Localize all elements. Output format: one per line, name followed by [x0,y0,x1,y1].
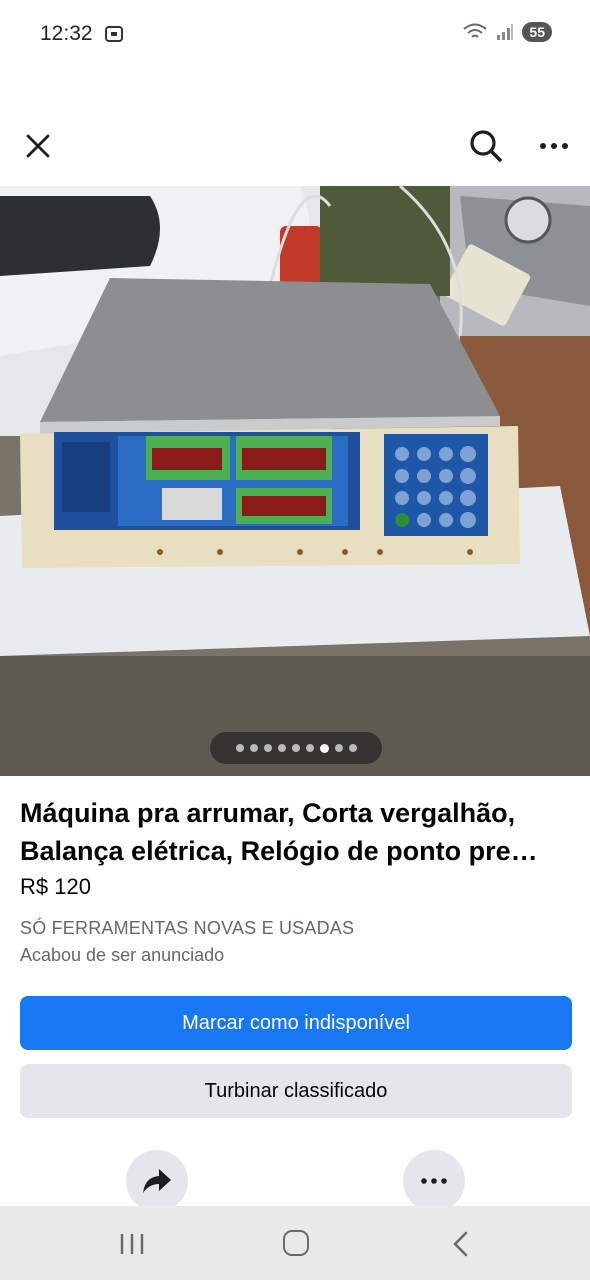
listing-title-line-2: Balança elétrica, Relógio de ponto pre… [20,836,538,866]
pager-dot[interactable] [319,743,329,753]
top-bar [0,118,590,176]
pager-dot[interactable] [305,744,314,752]
status-bar: 12:32 55 [0,0,590,70]
home-icon[interactable] [283,1230,309,1256]
signal-icon [497,24,514,40]
wifi-icon [463,23,488,38]
battery-indicator: 55 [522,22,552,42]
product-photo[interactable] [0,186,590,776]
pager-dot[interactable] [249,744,258,752]
back-icon[interactable] [450,1230,472,1258]
more-icon [421,1178,447,1184]
pager-dot[interactable] [263,744,272,752]
listing-title: Máquina pra arrumar, Corta vergalhão, Ba… [20,794,575,870]
share-button[interactable] [126,1150,188,1212]
pager-dot[interactable] [235,744,244,752]
screen-record-icon [105,26,123,42]
share-icon [143,1169,171,1193]
pager-dot[interactable] [277,744,286,752]
system-navigation-bar [0,1206,590,1280]
boost-listing-button[interactable]: Turbinar classificado [20,1064,572,1118]
search-button[interactable] [464,124,508,168]
mark-unavailable-button[interactable]: Marcar como indisponível [20,996,572,1050]
close-button[interactable] [18,126,58,166]
more-options-button[interactable] [532,126,576,166]
photo-pager-dots[interactable] [210,732,382,764]
listing-options-button[interactable] [403,1150,465,1212]
pager-dot[interactable] [348,744,357,752]
listing-price: R$ 120 [20,874,91,899]
close-icon [26,134,50,158]
status-time: 12:32 [40,22,93,45]
product-photo-illustration [0,186,590,776]
seller-name[interactable]: SÓ FERRAMENTAS NOVAS E USADAS [20,918,354,939]
pager-dot[interactable] [334,744,343,752]
posted-status: Acabou de ser anunciado [20,945,225,965]
status-indicators: 55 [462,22,552,42]
more-icon [540,143,568,149]
recent-apps-icon[interactable] [118,1232,146,1256]
pager-dot[interactable] [291,744,300,752]
search-icon [470,130,502,162]
listing-title-line-1: Máquina pra arrumar, Corta vergalhão, [20,798,516,828]
